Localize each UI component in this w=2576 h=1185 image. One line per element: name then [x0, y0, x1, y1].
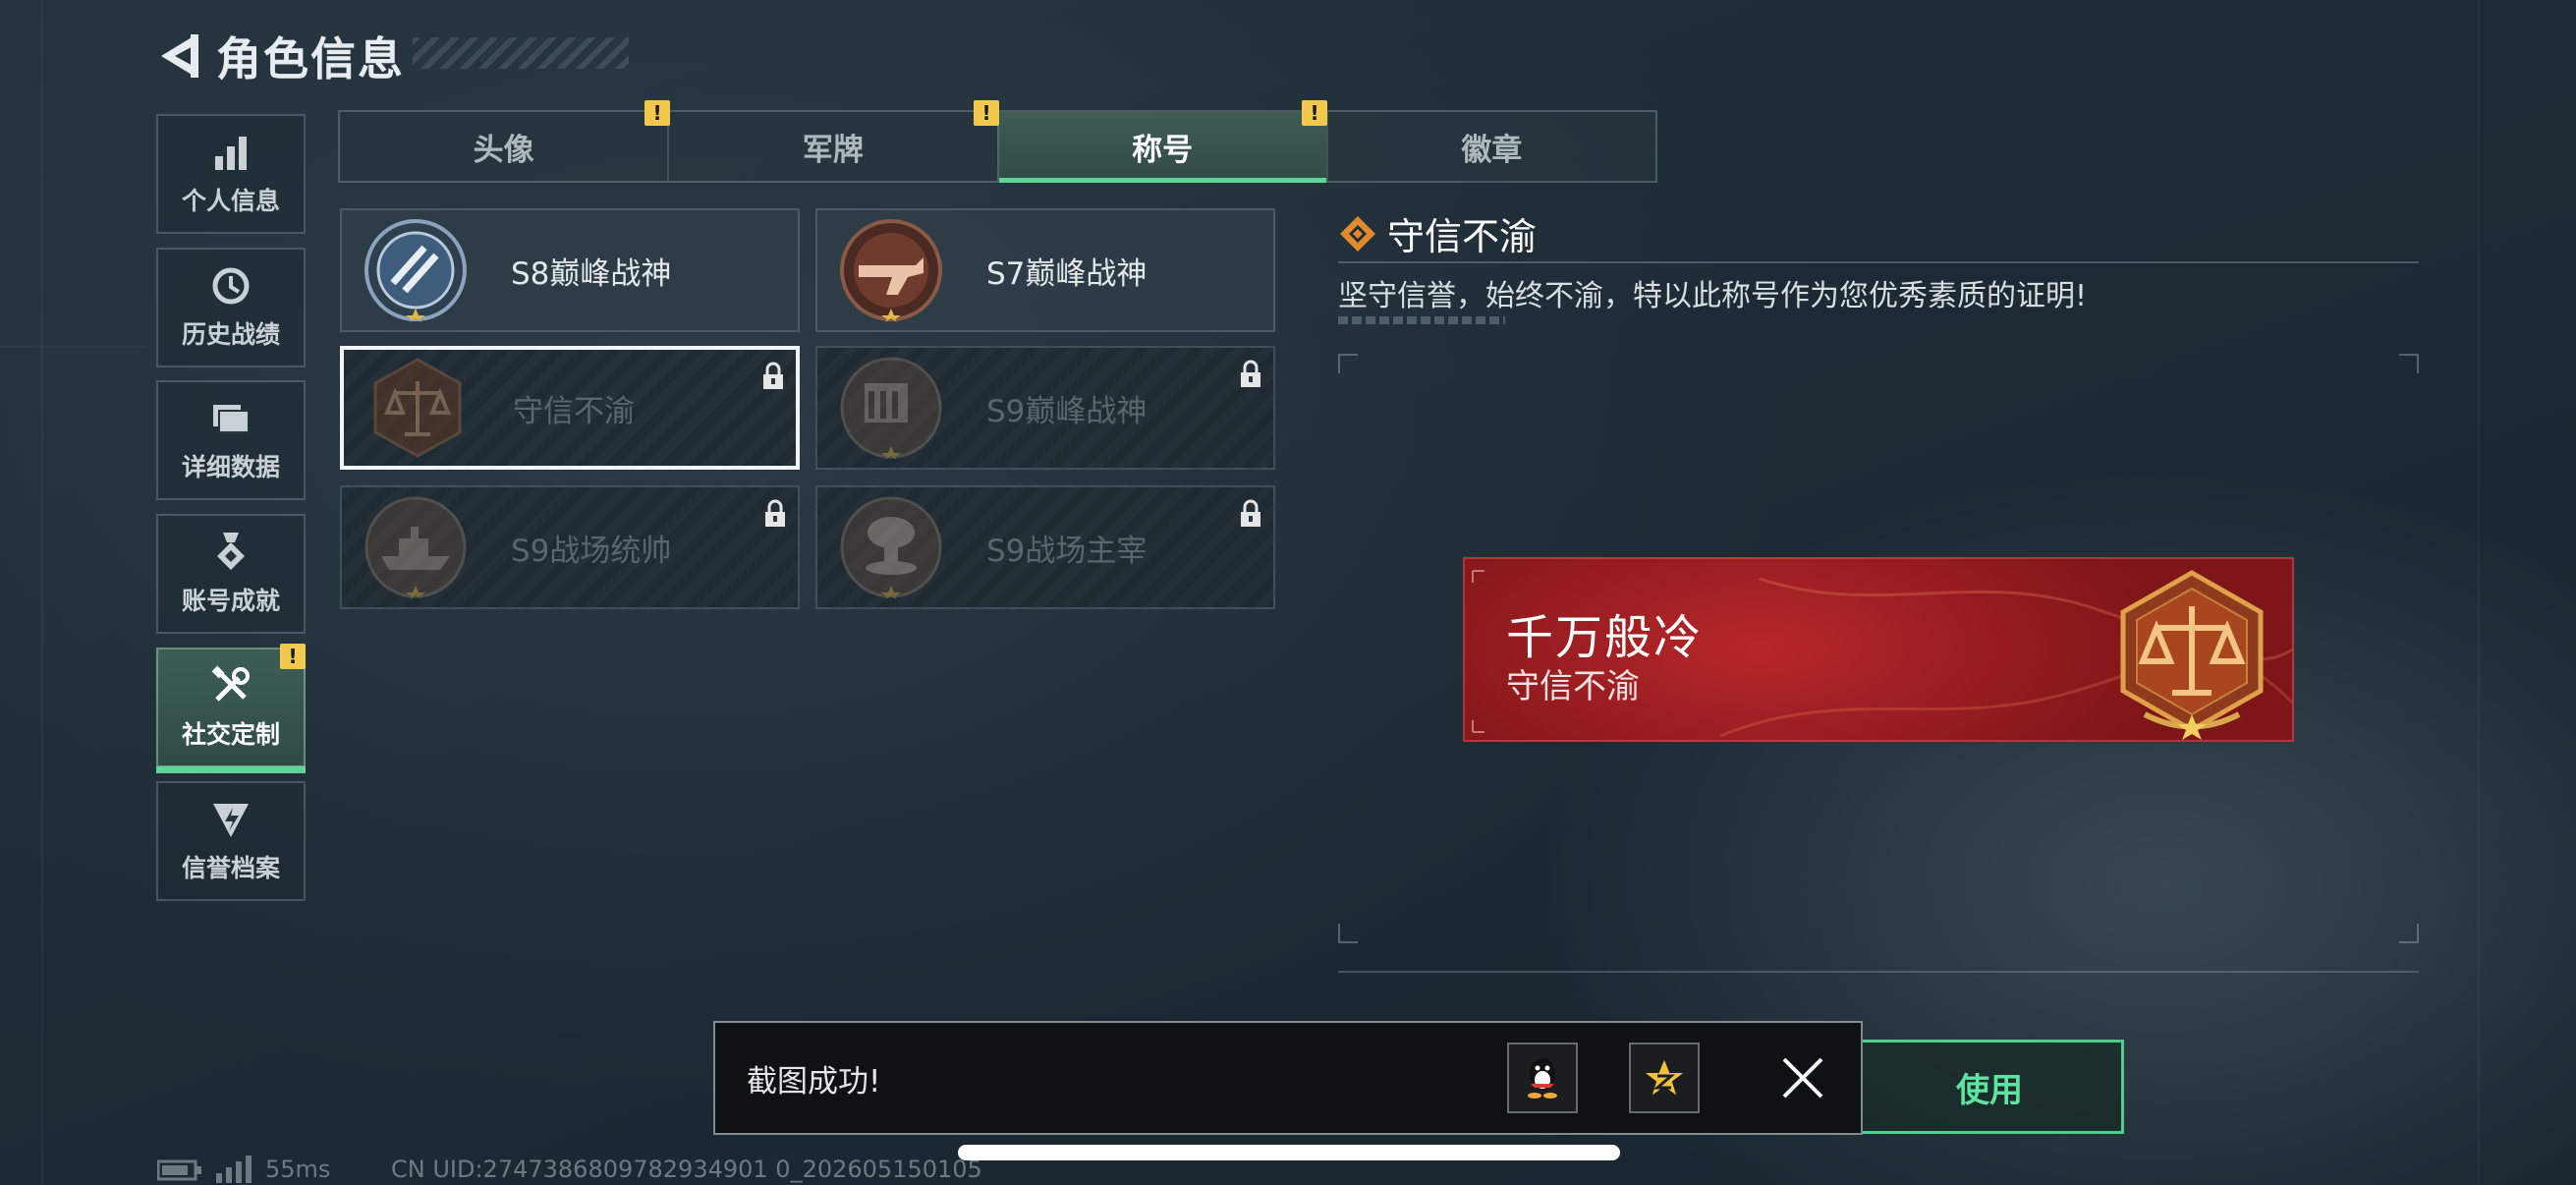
title-card-s9-dominator[interactable]: S9战场主宰	[815, 485, 1275, 609]
title-card-label: S8巅峰战神	[511, 255, 672, 292]
sidebar-item-history[interactable]: 历史战绩	[156, 248, 306, 367]
uid-readout: CN UID:2747386809782934901 0_20260515010…	[391, 1156, 982, 1183]
warning-badge: !	[644, 100, 670, 126]
history-clock-icon	[212, 267, 250, 305]
tab-title[interactable]: 称号	[996, 112, 1327, 183]
ping-readout: 55ms	[265, 1156, 331, 1183]
detail-description: 坚守信誉，始终不渝，特以此称号作为您优秀素质的证明!	[1338, 279, 2088, 313]
sidebar-item-credit-record[interactable]: 信誉档案	[156, 781, 306, 901]
lock-icon	[763, 362, 783, 389]
qq-share-button[interactable]	[1507, 1043, 1578, 1113]
header: 角色信息	[157, 22, 405, 90]
s9-peak-medal-icon	[840, 357, 942, 460]
warning-badge: !	[974, 100, 999, 126]
title-card-s9-peak[interactable]: S9巅峰战神	[815, 346, 1275, 470]
tab-badge[interactable]: 徽章	[1325, 112, 1655, 181]
lock-icon	[1241, 360, 1260, 387]
tab-label: 称号	[1132, 132, 1194, 168]
battery-icon	[157, 1159, 201, 1181]
title-card-label: S9战场统帅	[511, 533, 672, 569]
qq-share-icon	[1528, 1058, 1557, 1099]
signal-icon	[216, 1156, 252, 1183]
detail-title: 守信不渝	[1387, 215, 1538, 258]
sidebar-item-detailed-data[interactable]: 详细数据	[156, 380, 306, 500]
tab-label: 徽章	[1461, 132, 1523, 168]
sidebar-item-achievements[interactable]: 账号成就	[156, 514, 306, 634]
title-card-label: S9巅峰战神	[986, 393, 1148, 429]
title-card-label: 守信不渝	[513, 393, 635, 429]
mushroom-cloud-medal-icon	[840, 496, 942, 599]
star-share-icon	[1641, 1054, 1688, 1100]
s7-peak-medal-icon	[840, 219, 942, 322]
folder-icon	[213, 405, 250, 433]
tab-dog-tag[interactable]: 军牌	[667, 112, 996, 181]
home-indicator[interactable]	[958, 1145, 1620, 1160]
sidebar-item-label: 社交定制	[181, 720, 280, 749]
screenshot-toast: 截图成功!	[713, 1021, 1863, 1135]
sidebar-item-label: 详细数据	[181, 453, 280, 481]
s8-peak-medal-icon	[364, 219, 467, 322]
warship-medal-icon	[364, 496, 467, 599]
title-decoration	[413, 37, 629, 69]
title-banner-preview: 千万般冷 守信不渝	[1463, 557, 2294, 742]
sidebar-item-label: 账号成就	[181, 587, 280, 615]
title-card-label: S9战场主宰	[986, 533, 1148, 569]
tools-icon	[211, 665, 250, 702]
title-card-s7-peak[interactable]: S7巅峰战神	[815, 208, 1275, 332]
tab-label: 头像	[473, 132, 534, 168]
page-title: 角色信息	[216, 32, 405, 85]
divider	[1338, 261, 2419, 263]
achievement-medal-icon	[217, 533, 245, 570]
lock-icon	[765, 499, 785, 527]
sidebar-item-label: 历史战绩	[181, 320, 280, 349]
sidebar-item-label: 信誉档案	[181, 854, 280, 882]
warning-badge: !	[280, 644, 306, 669]
sidebar-item-label: 个人信息	[181, 187, 280, 215]
star-share-button[interactable]	[1629, 1043, 1700, 1113]
scales-emblem-icon	[2120, 570, 2264, 740]
back-arrow-icon[interactable]	[157, 30, 200, 82]
banner-title-text: 守信不渝	[1506, 667, 1640, 706]
title-card-s8-peak[interactable]: S8巅峰战神	[340, 208, 800, 332]
title-card-keep-faith[interactable]: 守信不渝	[340, 346, 800, 470]
tab-avatar[interactable]: 头像	[340, 112, 667, 181]
banner-player-name: 千万般冷	[1506, 610, 1704, 665]
close-icon[interactable]	[1778, 1053, 1827, 1102]
use-button-label: 使用	[1956, 1070, 2023, 1110]
warning-badge: !	[1302, 100, 1327, 126]
scales-medal-icon	[373, 358, 462, 458]
title-card-s9-commander[interactable]: S9战场统帅	[340, 485, 800, 609]
tab-label: 军牌	[802, 132, 864, 168]
toast-message: 截图成功!	[747, 1063, 881, 1100]
lock-icon	[1241, 499, 1260, 527]
title-card-label: S7巅峰战神	[986, 255, 1148, 292]
credit-shield-icon	[213, 804, 249, 837]
bar-chart-icon	[215, 137, 247, 170]
diamond-title-icon	[1340, 216, 1375, 252]
sidebar-item-personal-info[interactable]: 个人信息	[156, 114, 306, 234]
decorative-ticks	[1338, 316, 1505, 324]
